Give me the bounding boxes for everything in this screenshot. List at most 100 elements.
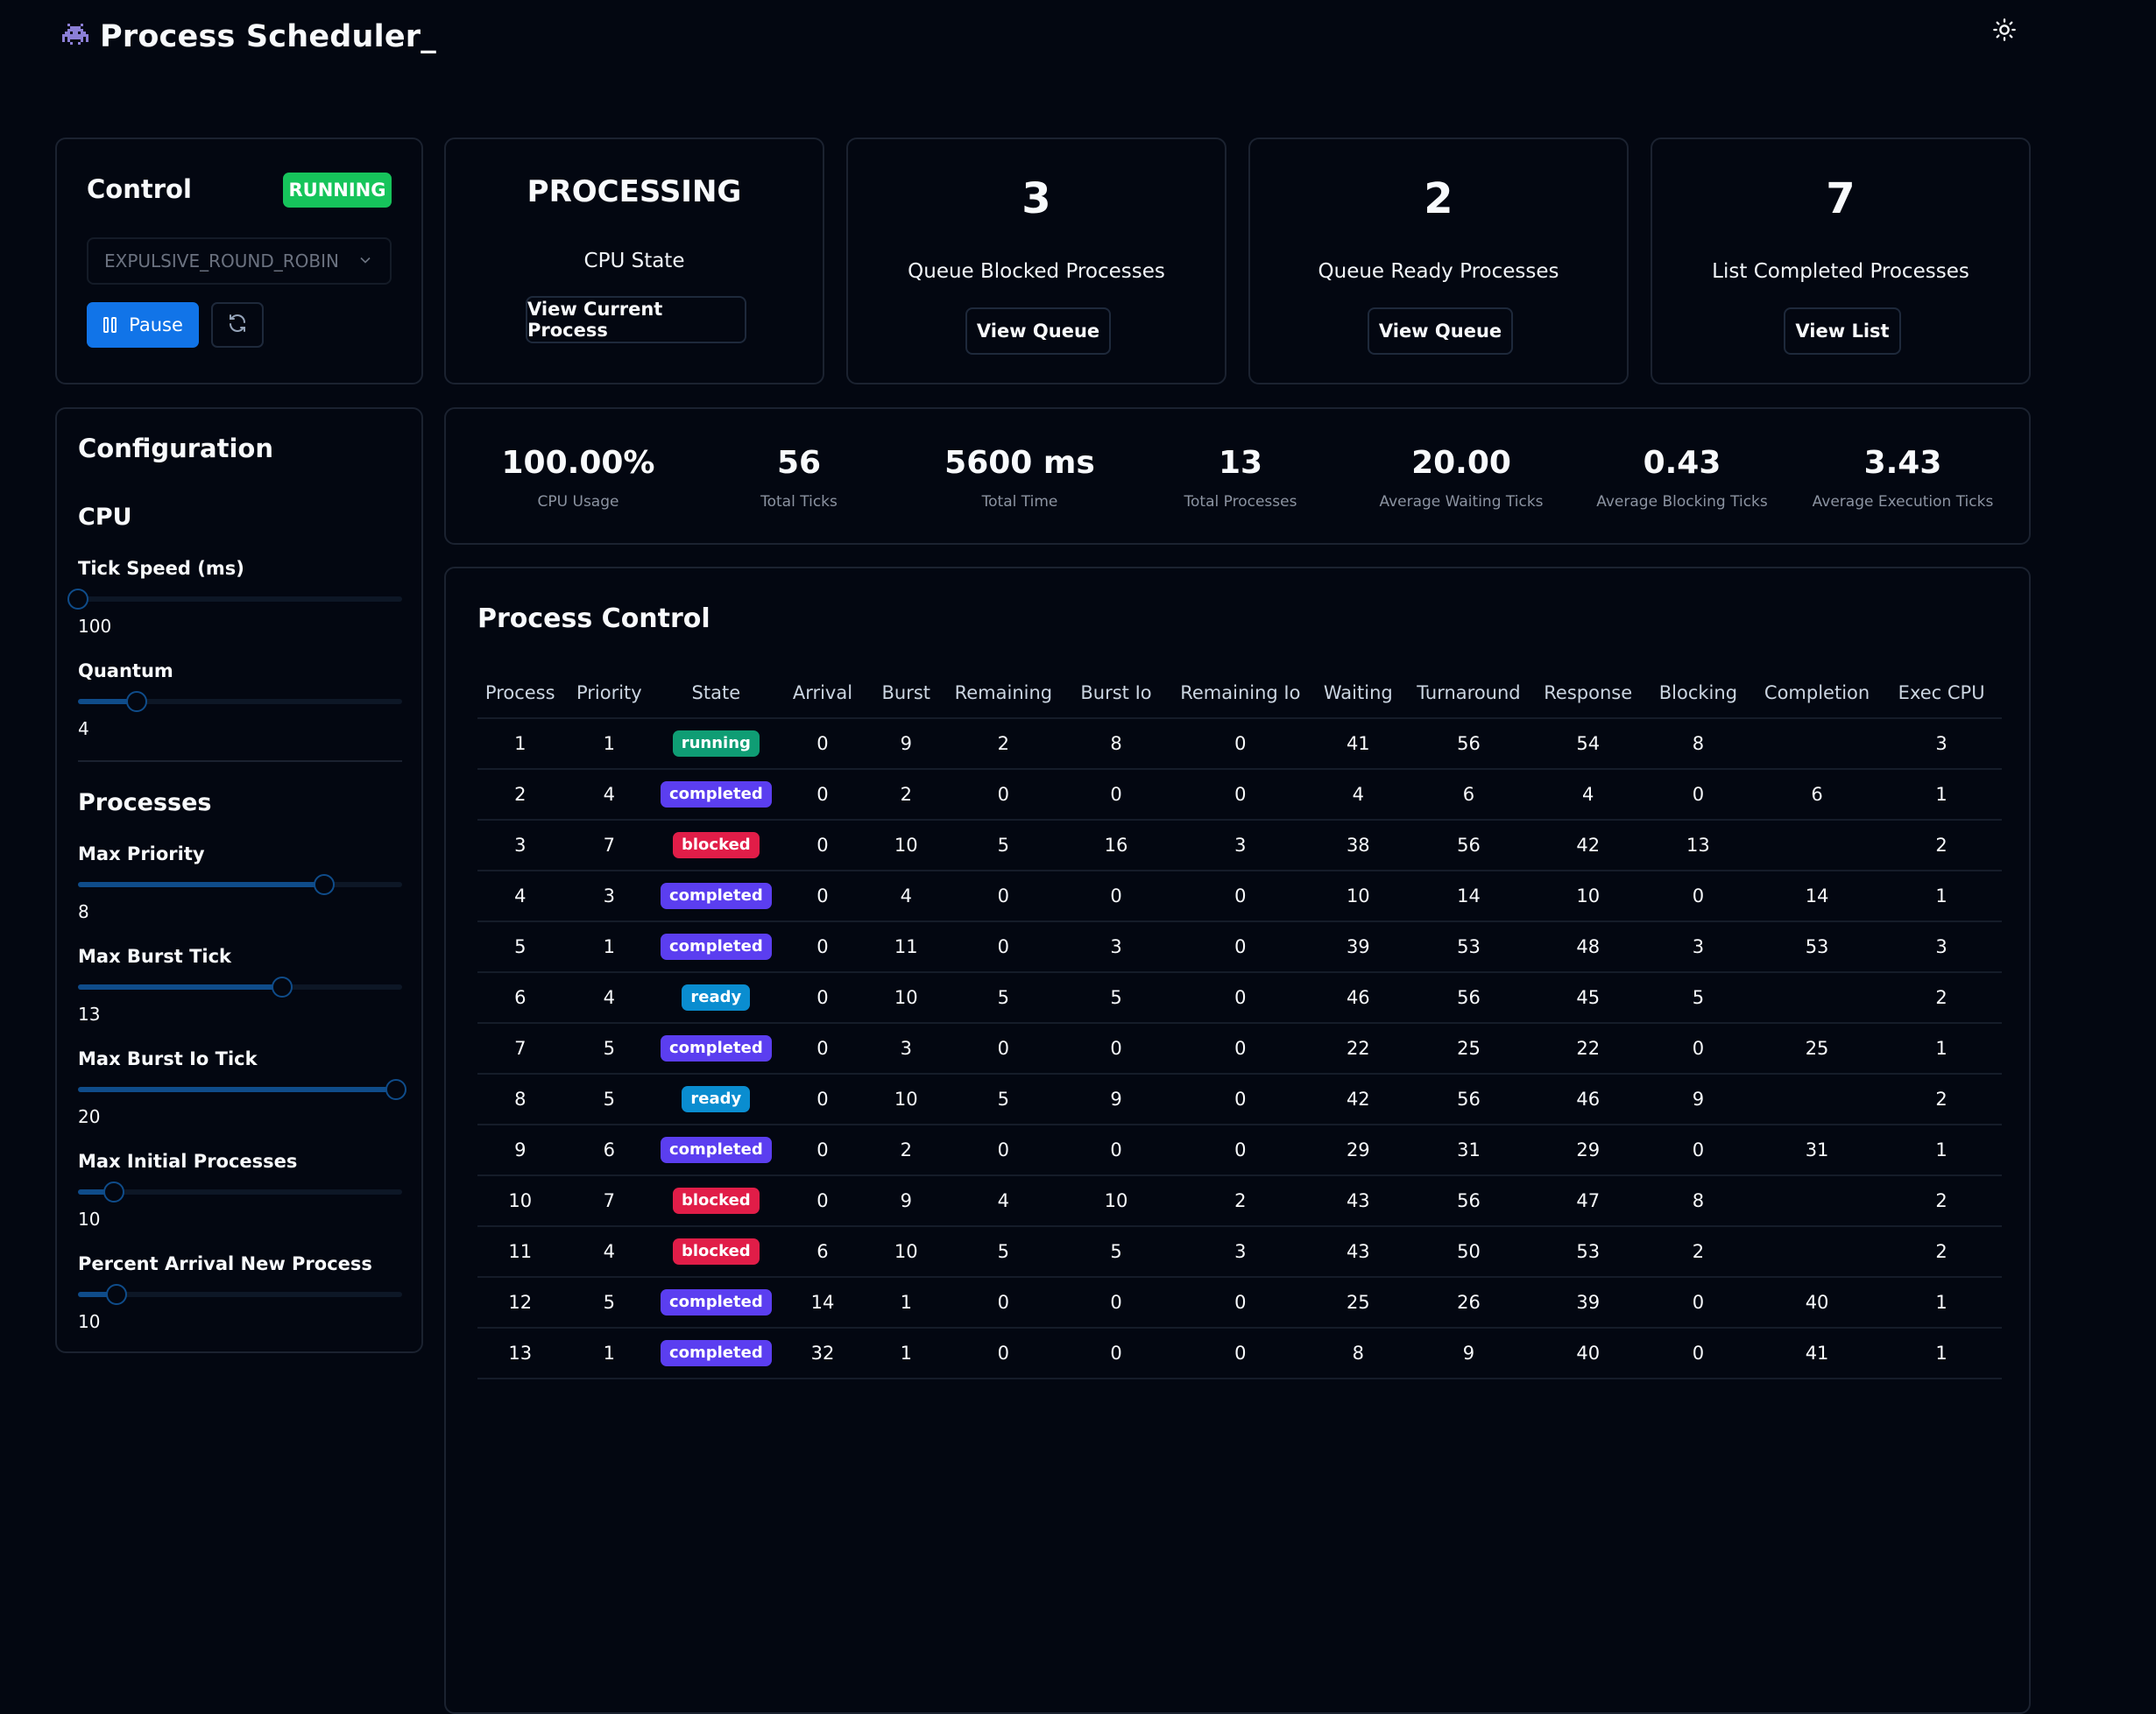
- view-ready-queue-button[interactable]: View Queue: [1368, 307, 1513, 355]
- algorithm-select[interactable]: EXPULSIVE_ROUND_ROBIN: [87, 237, 392, 285]
- cell-turnaround: 53: [1404, 921, 1533, 973]
- cell-process: 12: [477, 1277, 563, 1329]
- cell-arrival: 0: [776, 1175, 869, 1227]
- column-header-turnaround: Turnaround: [1404, 668, 1533, 719]
- table-row: 10 7 blocked 0 9 4 10 2 43 56 47 8 2: [477, 1175, 2002, 1227]
- column-header-process: Process: [477, 668, 563, 719]
- cell-burst: 9: [868, 1175, 944, 1227]
- cell-completion: [1752, 1074, 1882, 1125]
- slider-thumb[interactable]: [106, 1284, 128, 1305]
- cell-turnaround: 31: [1404, 1125, 1533, 1176]
- metric-avg-execution: 3.43 Average Execution Ticks: [1793, 444, 2012, 511]
- cell-remaining: 0: [944, 769, 1064, 821]
- cell-process: 4: [477, 871, 563, 922]
- quantum-label: Quantum: [78, 660, 173, 681]
- queue-blocked-card: 3 Queue Blocked Processes View Queue: [846, 138, 1226, 384]
- quantum-slider[interactable]: [78, 688, 402, 715]
- state-badge: running: [672, 730, 760, 757]
- cell-exec-cpu: 2: [1881, 1226, 2002, 1278]
- max-priority-value: 8: [78, 901, 89, 922]
- state-badge: completed: [660, 781, 772, 808]
- cell-remaining-io: 0: [1169, 718, 1312, 770]
- tick-speed-slider[interactable]: [67, 586, 402, 612]
- cell-waiting: 46: [1311, 972, 1405, 1024]
- table-row: 3 7 blocked 0 10 5 16 3 38 56 42 13 2: [477, 820, 2002, 871]
- slider-thumb[interactable]: [272, 977, 293, 998]
- slider-thumb[interactable]: [102, 1181, 124, 1203]
- cell-arrival: 0: [776, 871, 869, 922]
- table-row: 2 4 completed 0 2 0 0 0 4 6 4 0 6 1: [477, 769, 2002, 821]
- cpu-state-card: PROCESSING CPU State View Current Proces…: [444, 138, 824, 384]
- cell-completion: 53: [1752, 921, 1882, 973]
- cell-remaining-io: 0: [1169, 1125, 1312, 1176]
- slider-thumb[interactable]: [125, 691, 147, 712]
- table-row: 5 1 completed 0 11 0 3 0 39 53 48 3 53 3: [477, 921, 2002, 973]
- cell-state: blocked: [655, 820, 777, 871]
- cell-completion: [1752, 1175, 1882, 1227]
- cell-turnaround: 56: [1404, 820, 1533, 871]
- cell-state: completed: [655, 1023, 777, 1075]
- theme-toggle-button[interactable]: [1989, 16, 2020, 47]
- queue-ready-label: Queue Ready Processes: [1318, 260, 1559, 283]
- cell-exec-cpu: 2: [1881, 1074, 2002, 1125]
- column-header-response: Response: [1532, 668, 1644, 719]
- algorithm-select-value: EXPULSIVE_ROUND_ROBIN: [104, 250, 339, 272]
- cell-waiting: 39: [1311, 921, 1405, 973]
- slider-thumb[interactable]: [314, 874, 336, 895]
- cell-process: 10: [477, 1175, 563, 1227]
- state-badge: completed: [660, 1289, 772, 1315]
- slider-fill: [78, 984, 283, 990]
- cell-exec-cpu: 1: [1881, 1023, 2002, 1075]
- max-priority-slider[interactable]: [78, 871, 402, 898]
- cell-state: completed: [655, 769, 777, 821]
- cell-exec-cpu: 2: [1881, 1175, 2002, 1227]
- cell-response: 45: [1532, 972, 1644, 1024]
- cell-state: ready: [655, 1074, 777, 1125]
- cell-waiting: 38: [1311, 820, 1405, 871]
- state-badge: completed: [660, 1137, 772, 1163]
- slider-thumb[interactable]: [67, 589, 88, 610]
- cell-priority: 4: [562, 1226, 656, 1278]
- max-initial-processes-slider[interactable]: [78, 1179, 402, 1205]
- cell-completion: [1752, 1226, 1882, 1278]
- view-completed-list-button[interactable]: View List: [1784, 307, 1901, 355]
- max-burst-io-tick-slider[interactable]: [78, 1076, 406, 1103]
- column-header-exec-cpu: Exec CPU: [1881, 668, 2002, 719]
- column-header-remaining: Remaining: [944, 668, 1064, 719]
- cell-response: 54: [1532, 718, 1644, 770]
- slider-track: [78, 596, 402, 602]
- cell-priority: 5: [562, 1023, 656, 1075]
- state-badge: blocked: [673, 1188, 760, 1214]
- metric-value: 5600 ms: [944, 445, 1095, 481]
- cell-burst-io: 0: [1063, 1277, 1170, 1329]
- cell-arrival: 6: [776, 1226, 869, 1278]
- cell-state: completed: [655, 1125, 777, 1176]
- cell-remaining: 0: [944, 1023, 1064, 1075]
- slider-fill: [78, 1087, 396, 1092]
- cell-response: 48: [1532, 921, 1644, 973]
- cell-completion: 41: [1752, 1328, 1882, 1379]
- table-row: 12 5 completed 14 1 0 0 0 25 26 39 0 40 1: [477, 1277, 2002, 1329]
- cell-remaining-io: 0: [1169, 1328, 1312, 1379]
- max-priority-label: Max Priority: [78, 843, 205, 864]
- cell-response: 10: [1532, 871, 1644, 922]
- cell-burst: 10: [868, 1074, 944, 1125]
- column-header-state: State: [655, 668, 777, 719]
- column-header-burst-io: Burst Io: [1063, 668, 1170, 719]
- cell-waiting: 8: [1311, 1328, 1405, 1379]
- metric-label: Average Waiting Ticks: [1379, 493, 1544, 511]
- view-current-process-button[interactable]: View Current Process: [526, 296, 746, 343]
- metric-total-ticks: 56 Total Ticks: [689, 444, 908, 511]
- cell-priority: 7: [562, 820, 656, 871]
- app-title: Process Scheduler_: [100, 19, 436, 54]
- pause-button[interactable]: Pause: [87, 302, 199, 348]
- max-burst-tick-slider[interactable]: [78, 974, 402, 1000]
- slider-thumb[interactable]: [385, 1079, 406, 1100]
- reset-button[interactable]: [211, 302, 264, 348]
- percent-arrival-slider[interactable]: [78, 1281, 402, 1308]
- cell-waiting: 4: [1311, 769, 1405, 821]
- sun-icon: [1992, 18, 2017, 46]
- cell-burst-io: 5: [1063, 972, 1170, 1024]
- view-blocked-queue-button[interactable]: View Queue: [965, 307, 1111, 355]
- table-row: 6 4 ready 0 10 5 5 0 46 56 45 5 2: [477, 972, 2002, 1024]
